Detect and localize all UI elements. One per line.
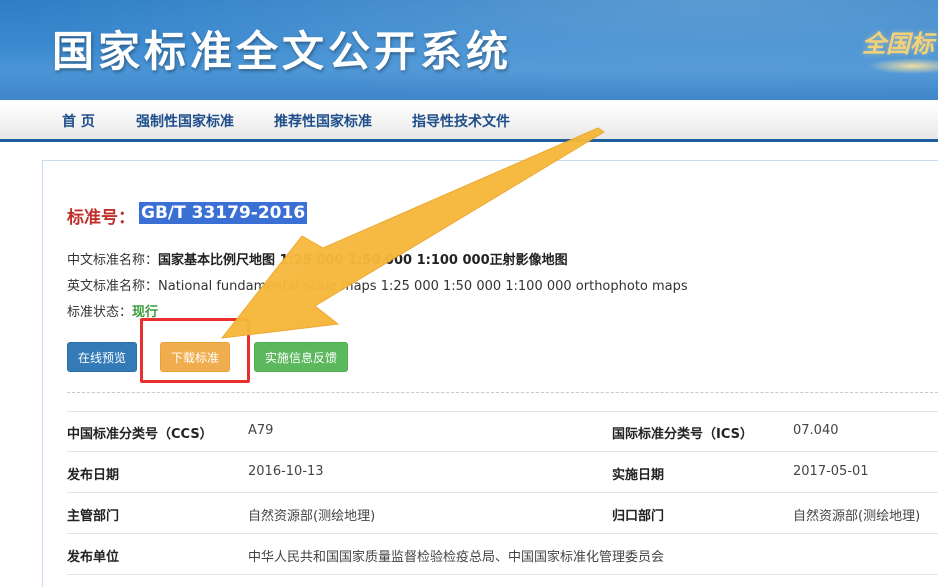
preview-button[interactable]: 在线预览	[67, 342, 137, 372]
ics-label: 国际标准分类号（ICS）	[612, 427, 753, 442]
ccs-value: A79	[248, 423, 274, 438]
effective-date-label: 实施日期	[612, 468, 665, 483]
publish-date-value: 2016-10-13	[248, 464, 324, 479]
table-divider	[67, 574, 938, 575]
issuer-value: 中华人民共和国国家质量监督检验检疫总局、中国国家标准化管理委员会	[248, 550, 665, 565]
en-name-value: National fundamental scale maps 1:25 000…	[158, 279, 688, 294]
standard-number-label: 标准号：	[67, 208, 135, 228]
logo-glow	[868, 58, 938, 74]
cn-name-value: 国家基本比例尺地图 1:25 000 1:50 000 1:100 000正射影…	[158, 253, 568, 268]
publish-date-label: 发布日期	[67, 468, 120, 483]
status-label: 标准状态：	[67, 305, 133, 320]
download-highlight-box	[140, 318, 250, 383]
table-divider	[67, 533, 938, 534]
en-name-label: 英文标准名称：	[67, 279, 159, 294]
table-divider	[67, 451, 938, 452]
table-divider	[67, 492, 938, 493]
authority-value: 自然资源部(测绘地理)	[248, 509, 376, 524]
main-nav: 首 页 强制性国家标准 推荐性国家标准 指导性技术文件	[0, 100, 938, 142]
site-logo: 全国标	[862, 29, 934, 58]
ccs-label: 中国标准分类号（CCS）	[67, 427, 213, 442]
centralized-dept-label: 归口部门	[612, 509, 665, 524]
effective-date-value: 2017-05-01	[793, 464, 869, 479]
nav-item-guidance[interactable]: 指导性技术文件	[412, 111, 510, 131]
issuer-label: 发布单位	[67, 550, 120, 565]
cn-name-row: 中文标准名称：国家基本比例尺地图 1:25 000 1:50 000 1:100…	[67, 249, 568, 268]
cn-name-label: 中文标准名称：	[67, 253, 159, 268]
table-divider	[67, 411, 938, 412]
authority-label: 主管部门	[67, 509, 120, 524]
section-divider	[67, 392, 938, 393]
header-banner: 国家标准全文公开系统 全国标	[0, 0, 938, 100]
nav-item-home[interactable]: 首 页	[62, 111, 95, 131]
standard-number: GB/T 33179-2016	[139, 202, 308, 224]
nav-item-recommended[interactable]: 推荐性国家标准	[274, 111, 372, 131]
site-title: 国家标准全文公开系统	[52, 27, 513, 76]
en-name-row: 英文标准名称：National fundamental scale maps 1…	[67, 275, 688, 294]
ics-value: 07.040	[793, 423, 839, 438]
nav-item-mandatory[interactable]: 强制性国家标准	[136, 111, 234, 131]
feedback-button[interactable]: 实施信息反馈	[254, 342, 348, 372]
centralized-dept-value: 自然资源部(测绘地理)	[793, 509, 921, 524]
